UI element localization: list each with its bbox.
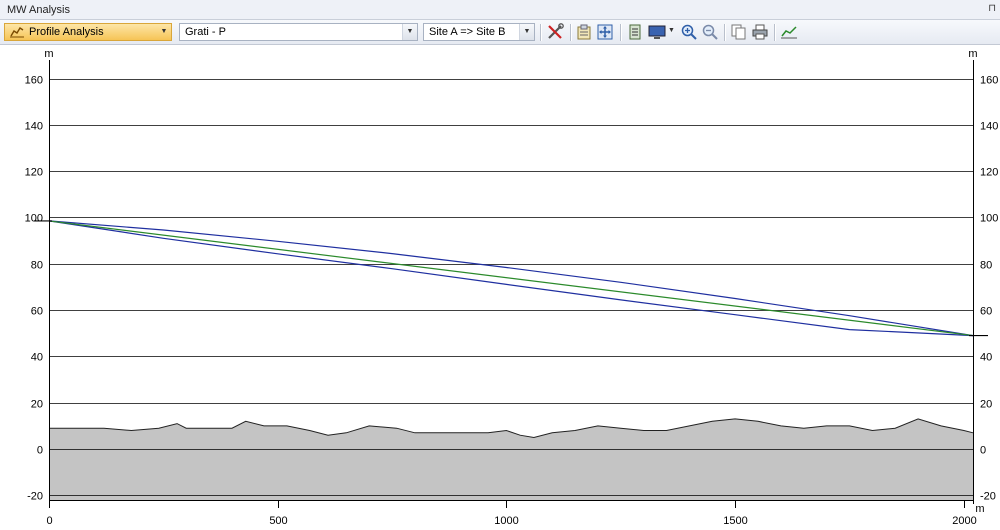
mode-select-value: Profile Analysis bbox=[29, 26, 104, 38]
x-tick-label: 2000 bbox=[952, 515, 976, 527]
x-tick-label: 500 bbox=[269, 515, 287, 527]
y-tick-label-left: 20 bbox=[31, 399, 43, 411]
direction-select[interactable]: Site A => Site B ▼ bbox=[423, 23, 535, 41]
y-tick-label-left: 0 bbox=[37, 445, 43, 457]
y-tick-label-right: 60 bbox=[980, 306, 992, 318]
y-tick-label-left: 160 bbox=[25, 75, 43, 87]
terrain-profile bbox=[49, 418, 974, 500]
y-tick-label-left: 140 bbox=[25, 121, 43, 133]
link-select-value: Grati - P bbox=[185, 26, 226, 38]
y-tick-label-left: 80 bbox=[31, 260, 43, 272]
y-tick-label-right: 100 bbox=[980, 213, 998, 225]
zoom-in-icon[interactable] bbox=[680, 23, 698, 41]
toolbar-separator bbox=[570, 24, 572, 41]
x-unit: m bbox=[975, 503, 984, 515]
line-of-sight bbox=[48, 220, 974, 337]
display-dropdown-icon[interactable]: ▼ bbox=[668, 27, 675, 34]
pin-icon[interactable]: ⊓ bbox=[988, 3, 996, 14]
y-tick-label-left: 40 bbox=[31, 352, 43, 364]
copy-icon[interactable] bbox=[730, 23, 748, 41]
profile-chart[interactable]: -20 -200 020 2040 4060 6080 80100 100120 120140 1… bbox=[0, 45, 1000, 530]
y-tick-label-left: 60 bbox=[31, 306, 43, 318]
print-icon[interactable] bbox=[751, 23, 769, 41]
y-tick-label-right: -20 bbox=[980, 491, 996, 503]
toolbar-separator bbox=[620, 24, 622, 41]
toolbar-separator bbox=[724, 24, 726, 41]
y-tick-label-right: 20 bbox=[980, 399, 992, 411]
toolbar-separator bbox=[540, 24, 542, 41]
profile-icon bbox=[10, 27, 24, 38]
y-tick-label-left: 120 bbox=[25, 167, 43, 179]
terrain-fill bbox=[49, 418, 973, 500]
chevron-down-icon[interactable]: ▼ bbox=[402, 24, 417, 40]
chevron-down-icon[interactable]: ▼ bbox=[157, 24, 171, 40]
toolbar: Profile Analysis ▼ Grati - P ▼ Site A =>… bbox=[0, 20, 1000, 45]
link-select[interactable]: Grati - P ▼ bbox=[179, 23, 418, 41]
layers-icon[interactable] bbox=[626, 23, 644, 41]
chevron-down-icon[interactable]: ▼ bbox=[519, 24, 534, 40]
display-icon[interactable] bbox=[648, 23, 666, 41]
x-tick-label: 1000 bbox=[494, 515, 518, 527]
y-tick-label-left: 100 bbox=[25, 213, 43, 225]
direction-select-value: Site A => Site B bbox=[429, 26, 506, 38]
x-tick-label: 0 bbox=[46, 515, 52, 527]
y-unit-right: m bbox=[968, 48, 977, 60]
y-unit-left: m bbox=[44, 48, 53, 60]
y-tick-label-right: 120 bbox=[980, 167, 998, 179]
chart-icon[interactable] bbox=[780, 23, 798, 41]
mode-select[interactable]: Profile Analysis ▼ bbox=[4, 23, 172, 41]
y-tick-label-right: 140 bbox=[980, 121, 998, 133]
y-tick-label-right: 160 bbox=[980, 75, 998, 87]
chart-series bbox=[34, 220, 988, 337]
y-tick-label-right: 40 bbox=[980, 352, 992, 364]
y-tick-label-right: 80 bbox=[980, 260, 992, 272]
y-tick-label-left: -20 bbox=[27, 491, 43, 503]
y-tick-label-right: 0 bbox=[980, 445, 986, 457]
zoom-out-icon[interactable] bbox=[701, 23, 719, 41]
properties-icon[interactable] bbox=[575, 23, 593, 41]
x-tick-label: 1500 bbox=[723, 515, 747, 527]
window-titlebar: MW Analysis ⊓ bbox=[0, 0, 1000, 20]
toolbar-separator bbox=[774, 24, 776, 41]
tools-icon[interactable] bbox=[546, 23, 564, 41]
window-title: MW Analysis bbox=[7, 4, 70, 16]
fit-to-window-icon[interactable] bbox=[596, 23, 614, 41]
